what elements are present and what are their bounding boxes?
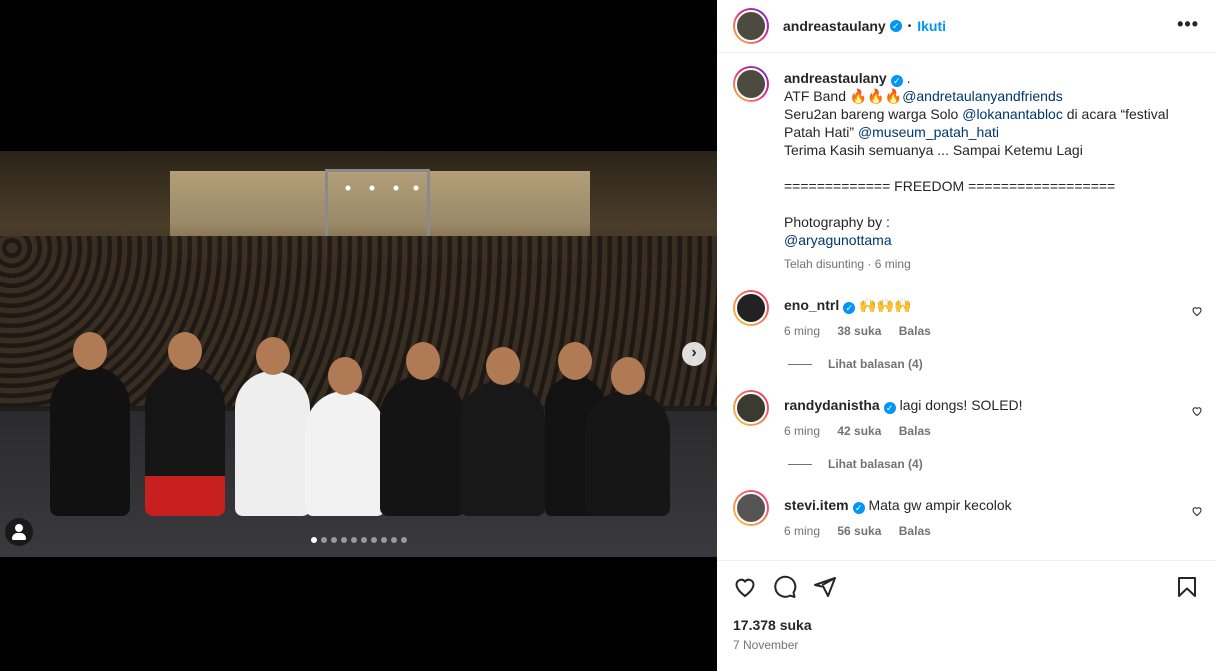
carousel-next-button[interactable]: › <box>682 342 706 366</box>
comment-text: 🙌🙌🙌 <box>859 297 912 313</box>
instagram-post-modal: › andreastaulany ✓ • Ikuti ••• andreasta… <box>0 0 1215 671</box>
caption-line2-after: di acara “festival <box>1062 106 1169 122</box>
reply-button[interactable]: Balas <box>899 424 931 438</box>
carousel-dot <box>340 537 347 543</box>
band-member <box>145 332 225 516</box>
band-member <box>380 342 465 516</box>
mention-link[interactable]: @andretaulanyandfriends <box>902 88 1063 104</box>
carousel-dot <box>330 537 337 543</box>
post-header: andreastaulany ✓ • Ikuti ••• <box>717 0 1215 53</box>
carousel-dot <box>390 537 397 543</box>
stage-lights <box>340 185 420 191</box>
carousel-indicator <box>0 537 717 543</box>
like-heart-icon[interactable] <box>733 575 757 599</box>
caption-block: andreastaulany ✓ . ATF Band 🔥🔥🔥@andretaul… <box>733 66 1203 296</box>
caption-avatar[interactable] <box>733 66 769 102</box>
comment-username[interactable]: stevi.item <box>784 497 849 513</box>
verified-badge-icon: ✓ <box>852 502 865 514</box>
post-date[interactable]: 7 November <box>733 638 798 652</box>
reply-button[interactable]: Balas <box>899 524 931 538</box>
carousel-dot <box>360 537 367 543</box>
mention-link[interactable]: @aryagunottama <box>784 231 1173 249</box>
comment-body: stevi.item ✓ Mata gw ampir kecolok 6 ming… <box>784 496 1173 540</box>
comment-avatar[interactable] <box>733 490 769 526</box>
author-username[interactable]: andreastaulany <box>783 18 886 34</box>
comments-area[interactable]: andreastaulany ✓ . ATF Band 🔥🔥🔥@andretaul… <box>717 54 1215 554</box>
comment: stevi.item ✓ Mata gw ampir kecolok 6 ming… <box>733 490 1203 550</box>
mention-link[interactable]: @lokanantabloc <box>962 106 1063 122</box>
caption-line2: Seru2an bareng warga Solo <box>784 106 963 122</box>
comment-body: randydanistha ✓ lagi dongs! SOLED! 6 ming… <box>784 396 1173 440</box>
comment-text: lagi dongs! SOLED! <box>899 397 1023 413</box>
comment-likes[interactable]: 42 suka <box>837 424 881 438</box>
comment-avatar[interactable] <box>733 290 769 326</box>
caption-line3: Patah Hati” <box>784 124 858 140</box>
caption-line6: Photography by : <box>784 214 890 230</box>
follow-button[interactable]: Ikuti <box>917 18 946 34</box>
band-member <box>305 357 385 516</box>
reply-button[interactable]: Balas <box>899 324 931 338</box>
carousel-dot <box>370 537 377 543</box>
band-member <box>585 357 670 516</box>
band-member <box>50 332 130 516</box>
carousel-dot <box>380 537 387 543</box>
comment-time[interactable]: 6 ming <box>784 424 820 438</box>
verified-badge-icon: ✓ <box>883 402 896 414</box>
caption-suffix: . <box>906 70 911 86</box>
post-photo <box>0 151 717 557</box>
band-member <box>235 337 310 516</box>
verified-badge-icon: ✓ <box>889 20 902 32</box>
caption-line5: ============= FREEDOM ================== <box>784 178 1116 194</box>
comment-likes[interactable]: 56 suka <box>837 524 881 538</box>
like-comment-heart-icon[interactable] <box>1191 505 1203 517</box>
caption-body: andreastaulany ✓ . ATF Band 🔥🔥🔥@andretaul… <box>784 69 1173 273</box>
mention-link[interactable]: @museum_patah_hati <box>858 124 999 140</box>
media-panel: › <box>0 0 717 671</box>
caption-edited: Telah disunting · 6 ming <box>784 257 911 271</box>
comment-time[interactable]: 6 ming <box>784 524 820 538</box>
share-paper-plane-icon[interactable] <box>813 575 837 599</box>
comment: randydanistha ✓ lagi dongs! SOLED! 6 ming… <box>733 390 1203 450</box>
comment-username[interactable]: eno_ntrl <box>784 297 839 313</box>
band-members <box>40 286 680 516</box>
verified-badge-icon: ✓ <box>843 302 856 314</box>
comment-bubble-icon[interactable] <box>773 575 797 599</box>
comment-likes[interactable]: 38 suka <box>837 324 881 338</box>
like-comment-heart-icon[interactable] <box>1191 305 1203 317</box>
view-replies-link[interactable]: Lihat balasan (4) <box>788 357 923 371</box>
carousel-dot <box>350 537 357 543</box>
caption-line1: ATF Band 🔥🔥🔥 <box>784 88 903 104</box>
post-actions: 17.378 suka 7 November <box>717 560 1215 652</box>
save-bookmark-icon[interactable] <box>1175 575 1199 599</box>
verified-badge-icon: ✓ <box>890 75 903 87</box>
comment-avatar[interactable] <box>733 390 769 426</box>
carousel-dot <box>310 537 317 543</box>
comment-username[interactable]: randydanistha <box>784 397 880 413</box>
more-options-icon[interactable]: ••• <box>1177 14 1199 35</box>
view-replies-link[interactable]: Lihat balasan (4) <box>788 457 923 471</box>
separator-dot: • <box>907 20 912 32</box>
comment-text: Mata gw ampir kecolok <box>868 497 1012 513</box>
likes-count[interactable]: 17.378 suka <box>733 617 812 633</box>
carousel-dot <box>320 537 327 543</box>
comment: eno_ntrl ✓ 🙌🙌🙌 6 ming 38 suka Balas <box>733 290 1203 350</box>
carousel-dot <box>400 537 407 543</box>
author-avatar[interactable] <box>733 8 769 44</box>
caption-line4: Terima Kasih semuanya ... Sampai Ketemu … <box>784 142 1083 158</box>
comment-body: eno_ntrl ✓ 🙌🙌🙌 6 ming 38 suka Balas <box>784 296 1173 340</box>
band-member <box>460 347 545 516</box>
like-comment-heart-icon[interactable] <box>1191 405 1203 417</box>
caption-username[interactable]: andreastaulany <box>784 70 887 86</box>
action-icons <box>733 575 1199 601</box>
post-side-panel: andreastaulany ✓ • Ikuti ••• andreastaul… <box>717 0 1215 671</box>
comment-time[interactable]: 6 ming <box>784 324 820 338</box>
